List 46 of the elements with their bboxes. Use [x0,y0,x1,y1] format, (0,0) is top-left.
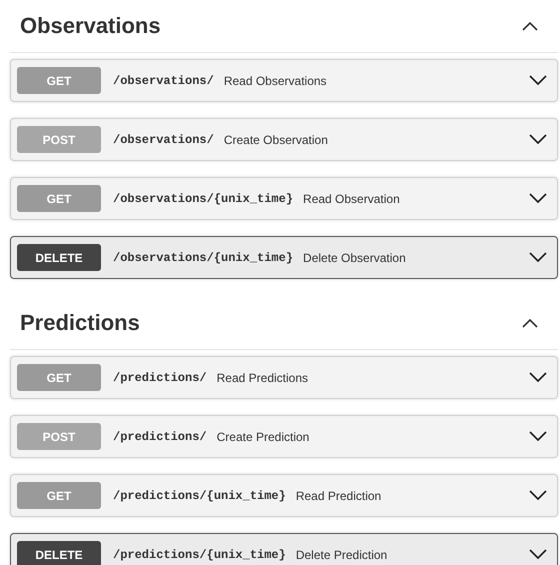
endpoint-path: /observations/{unix_time} [113,192,294,206]
endpoint-summary: Delete Observation [303,250,407,264]
chevron-down-icon[interactable] [529,372,547,383]
endpoint-path: /observations/{unix_time} [113,250,294,264]
endpoint-path: /observations/ [113,132,214,146]
section-title: Predictions [20,310,140,336]
endpoint-path: /predictions/{unix_time} [113,488,286,502]
chevron-up-icon[interactable] [522,21,538,31]
method-label: DELETE [17,244,101,271]
endpoint-summary: Read Predictions [216,370,310,384]
chevron-down-icon[interactable] [529,549,547,560]
method-label: DELETE [17,541,101,565]
endpoint-row[interactable]: GET /predictions/{unix_time} Read Prediction [10,474,558,517]
endpoint-summary: Read Observations [224,74,328,88]
endpoint-path: /predictions/ [113,370,207,384]
chevron-down-icon[interactable] [529,431,547,442]
endpoint-summary: Create Prediction [216,430,310,444]
chevron-down-icon[interactable] [529,75,547,86]
method-label: GET [17,364,101,391]
endpoint-row[interactable]: GET /predictions/ Read Predictions [10,356,558,399]
method-label: GET [17,482,101,509]
method-label: GET [17,185,101,212]
chevron-down-icon[interactable] [529,134,547,145]
endpoint-row[interactable]: POST /predictions/ Create Prediction [10,415,558,458]
endpoint-row[interactable]: DELETE /observations/{unix_time} Delete Observation [10,236,558,279]
endpoint-summary: Create Observation [224,132,329,146]
method-label: GET [17,67,101,94]
endpoint-path: /predictions/ [113,430,207,444]
chevron-down-icon[interactable] [529,193,547,204]
endpoint-row[interactable]: GET /observations/{unix_time} Read Observation [10,177,558,220]
section-header[interactable]: Predictions [10,299,558,350]
section-title: Observations [20,13,161,39]
chevron-down-icon[interactable] [529,252,547,263]
endpoint-row[interactable]: GET /observations/ Read Observations [10,59,558,102]
method-label: POST [17,126,101,153]
method-label: POST [17,423,101,450]
endpoint-summary: Read Observation [303,192,401,206]
endpoint-row[interactable]: DELETE /predictions/{unix_time} Delete Prediction [10,533,558,565]
endpoint-path: /observations/ [113,74,214,88]
endpoint-path: /predictions/{unix_time} [113,548,286,562]
endpoint-summary: Delete Prediction [296,548,388,562]
section-header[interactable]: Observations [10,0,558,53]
endpoint-row[interactable]: POST /observations/ Create Observation [10,118,558,161]
chevron-up-icon[interactable] [522,318,538,328]
chevron-down-icon[interactable] [529,490,547,501]
endpoint-summary: Read Prediction [296,488,382,502]
